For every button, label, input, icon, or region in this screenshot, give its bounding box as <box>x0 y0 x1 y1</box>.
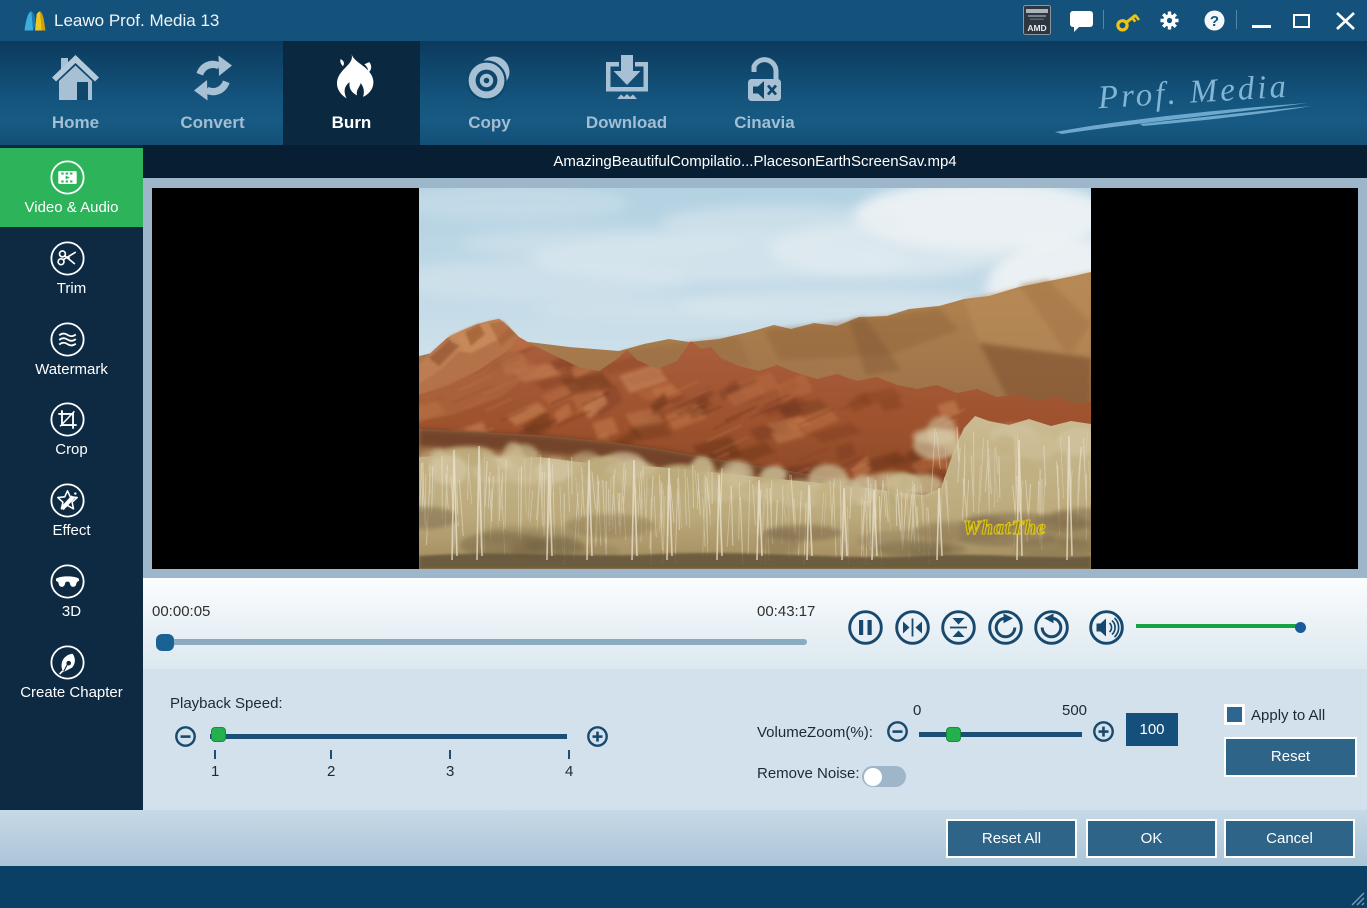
svg-text:AMD: AMD <box>1027 23 1046 33</box>
svg-text:?: ? <box>1210 13 1219 30</box>
svg-text:WhatThe: WhatThe <box>963 517 1047 539</box>
svg-text:Prof. Media: Prof. Media <box>1096 69 1290 117</box>
